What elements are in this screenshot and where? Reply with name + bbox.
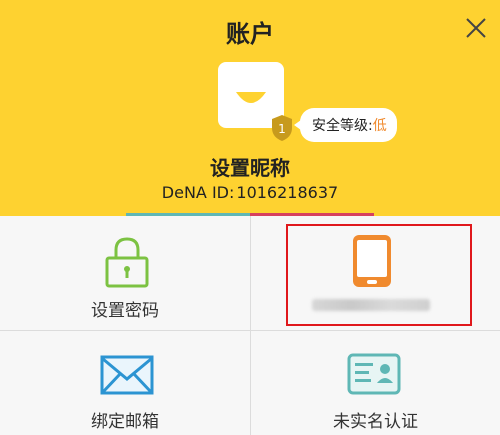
- set-password-label: 设置密码: [91, 301, 159, 321]
- shield-icon: 1: [272, 115, 292, 141]
- security-level-value: 低: [372, 118, 387, 134]
- security-level-bubble: 安全等级: 低: [294, 108, 397, 142]
- security-badge: 1: [278, 122, 286, 136]
- dena-id-value: 1016218637: [236, 183, 339, 202]
- page-title: 账户: [226, 20, 274, 48]
- id-card-icon: [347, 353, 401, 395]
- bind-email-label: 绑定邮箱: [91, 412, 159, 432]
- real-name-tile[interactable]: 未实名认证: [251, 331, 500, 435]
- nickname-link[interactable]: 设置昵称: [0, 152, 500, 181]
- dena-id-prefix: DeNA ID:: [161, 183, 235, 202]
- lock-icon: [105, 237, 149, 288]
- security-level-prefix: 安全等级:: [312, 118, 373, 134]
- masked-phone-number: [312, 299, 430, 311]
- dena-id: DeNA ID: 1016218637: [0, 183, 500, 202]
- set-password-tile[interactable]: 设置密码: [0, 216, 250, 330]
- real-name-label: 未实名认证: [333, 412, 418, 432]
- close-icon[interactable]: [464, 16, 488, 40]
- mail-icon: [100, 355, 154, 395]
- bind-email-tile[interactable]: 绑定邮箱: [0, 331, 250, 435]
- account-header: 账户 1 安全等级: 低 设置昵称 DeNA ID: 1016218637: [0, 0, 500, 216]
